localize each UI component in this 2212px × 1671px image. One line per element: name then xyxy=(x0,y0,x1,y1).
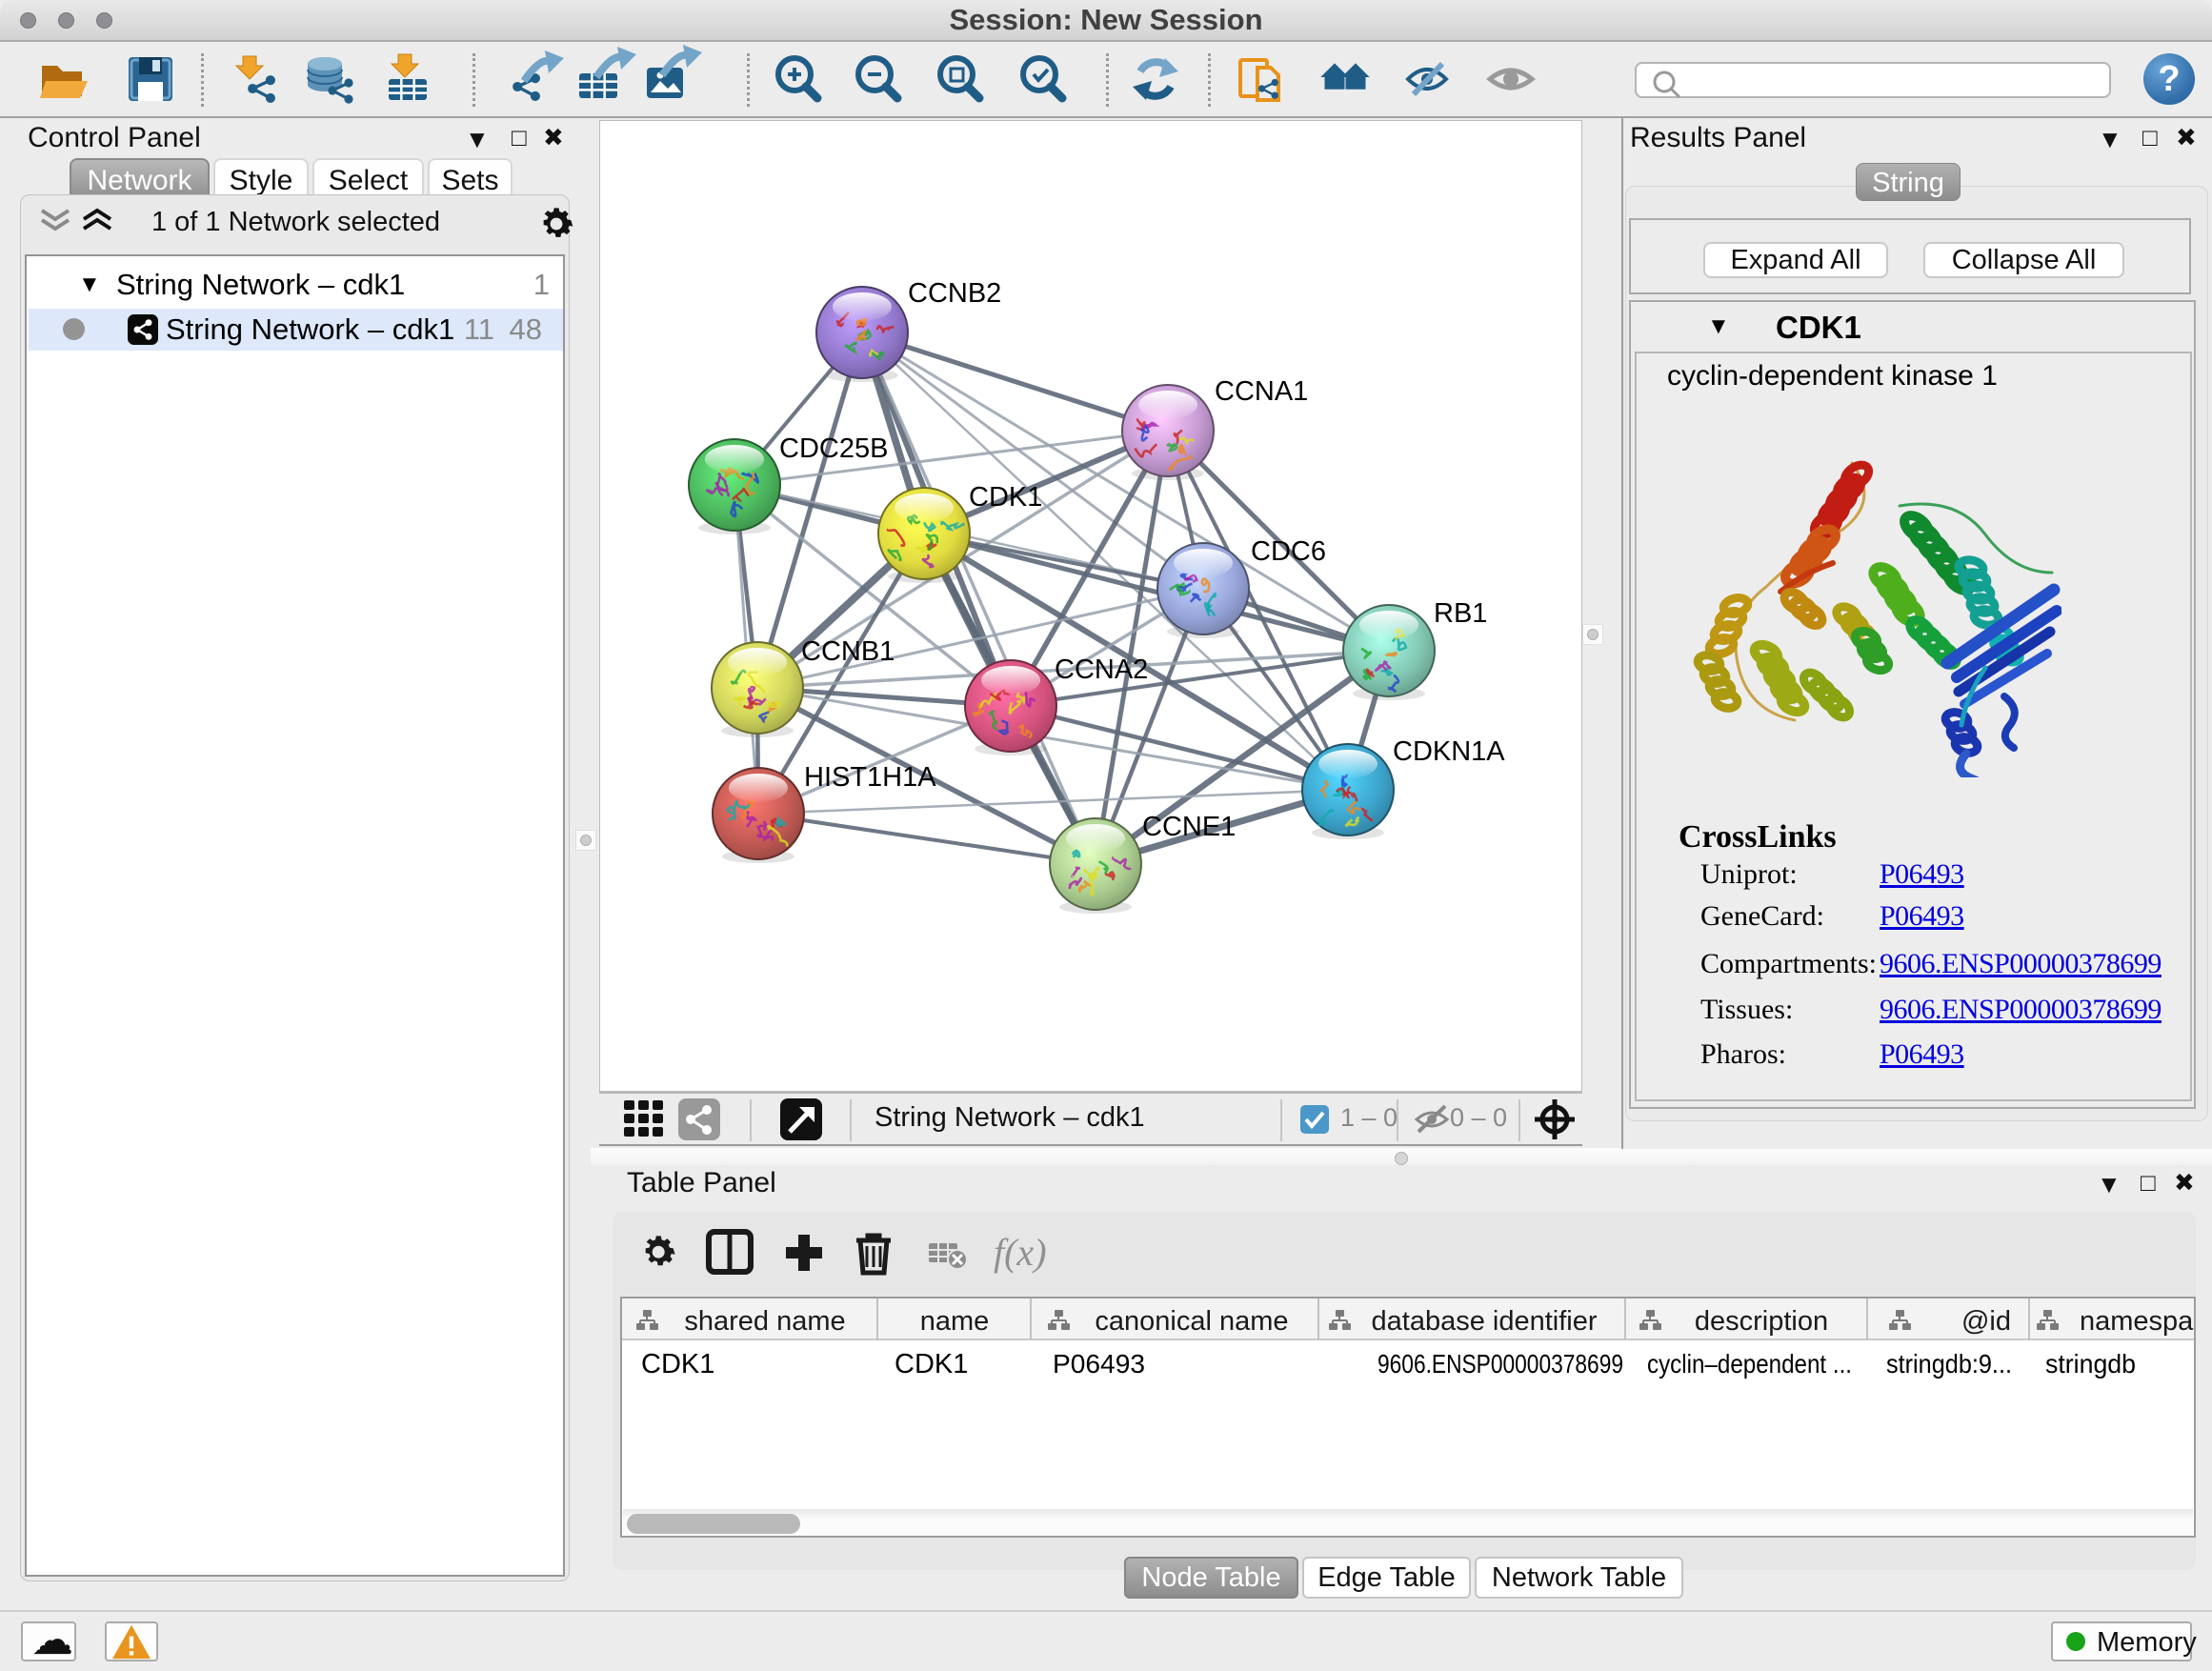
svg-text:CCNB1: CCNB1 xyxy=(801,636,895,667)
svg-text:CDKN1A: CDKN1A xyxy=(1393,736,1505,767)
svg-text:CCNE1: CCNE1 xyxy=(1142,812,1236,842)
svg-text:CCNA1: CCNA1 xyxy=(1215,376,1308,407)
svg-text:canonical name: canonical name xyxy=(1095,1306,1288,1337)
svg-text:RB1: RB1 xyxy=(1434,598,1487,629)
svg-text:9606.ENSP00000378699: 9606.ENSP00000378699 xyxy=(1377,1349,1623,1379)
svg-text:P06493: P06493 xyxy=(1053,1349,1145,1379)
svg-text:CDK1: CDK1 xyxy=(641,1349,714,1379)
svg-text:name: name xyxy=(920,1306,990,1337)
svg-text:namespace: namespace xyxy=(2080,1306,2194,1337)
svg-text:HIST1H1A: HIST1H1A xyxy=(804,762,936,793)
svg-text:@id: @id xyxy=(1961,1306,2011,1337)
svg-text:CDK1: CDK1 xyxy=(895,1349,968,1379)
svg-text:cyclin–dependent ...: cyclin–dependent ... xyxy=(1647,1349,1852,1379)
svg-text:CCNA2: CCNA2 xyxy=(1055,654,1148,685)
svg-text:stringdb: stringdb xyxy=(2045,1349,2136,1379)
svg-text:f(x): f(x) xyxy=(994,1231,1047,1274)
svg-text:database identifier: database identifier xyxy=(1372,1306,1598,1337)
svg-text:description: description xyxy=(1695,1306,1828,1337)
svg-text:stringdb:9...: stringdb:9... xyxy=(1886,1349,2012,1379)
svg-text:CDC25B: CDC25B xyxy=(779,433,888,464)
svg-text:CCNB2: CCNB2 xyxy=(908,278,1001,309)
svg-text:CDC6: CDC6 xyxy=(1251,536,1326,567)
svg-text:CDK1: CDK1 xyxy=(969,482,1042,513)
svg-text:shared name: shared name xyxy=(684,1306,845,1337)
